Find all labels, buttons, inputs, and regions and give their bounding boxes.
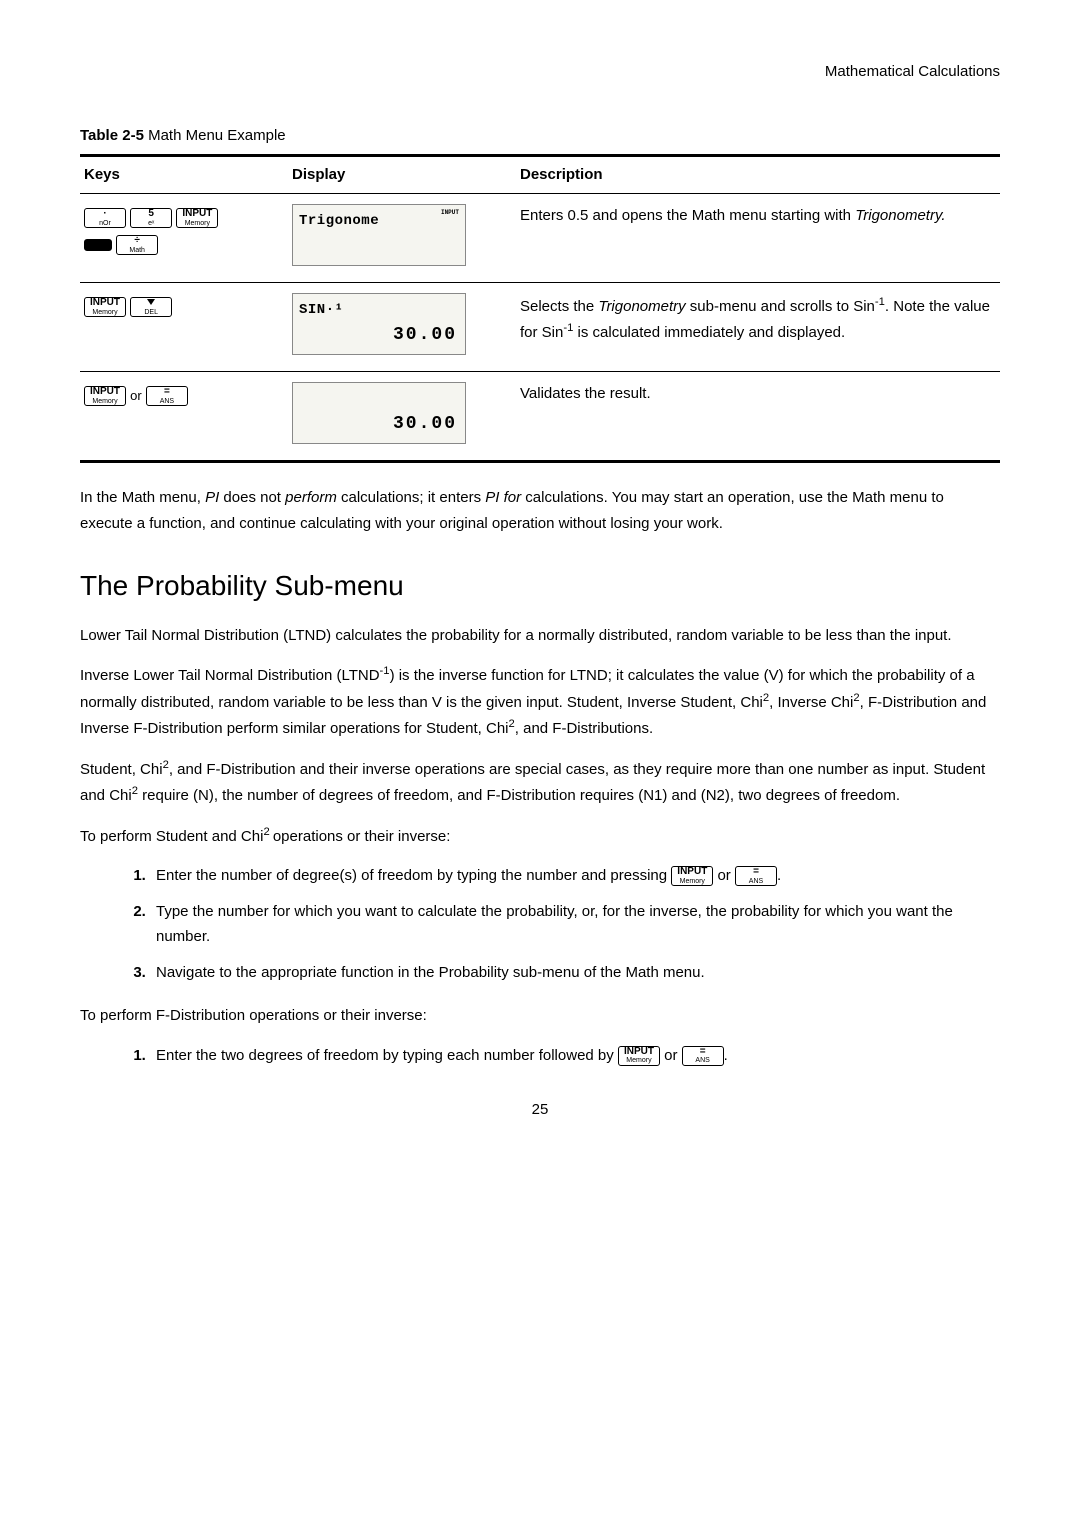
- display-flag: INPUT: [441, 208, 459, 218]
- step-3: Navigate to the appropriate function in …: [150, 960, 1000, 986]
- calc-display: SIN·¹ 30.00: [292, 293, 466, 355]
- or-text: or: [130, 388, 142, 403]
- key-5: 5eˣ: [130, 208, 172, 228]
- page-header-section: Mathematical Calculations: [80, 60, 1000, 84]
- paragraph-special-cases: Student, Chi2, and F-Distribution and th…: [80, 756, 1000, 809]
- steps-student-chi: Enter the number of degree(s) of freedom…: [150, 863, 1000, 985]
- key-input: INPUTMemory: [176, 208, 218, 228]
- step-1: Enter the two degrees of freedom by typi…: [150, 1043, 1000, 1069]
- row-description: Validates the result.: [516, 372, 1000, 462]
- key-shift: [84, 239, 112, 252]
- calc-display: Trigonome INPUT: [292, 204, 466, 266]
- paragraph-fdist-intro: To perform F-Distribution operations or …: [80, 1003, 1000, 1029]
- th-description: Description: [516, 156, 1000, 194]
- table-row: INPUTMemory DEL SIN·¹ 30.00 Selects the …: [80, 283, 1000, 372]
- table-row: ·nOr 5eˣ INPUTMemory ÷Math Trigonome INP…: [80, 194, 1000, 283]
- section-heading-probability: The Probability Sub-menu: [80, 564, 1000, 609]
- key-equals: =ANS: [146, 386, 188, 406]
- calc-display: 30.00: [292, 382, 466, 444]
- table-caption-bold: Table 2-5: [80, 127, 144, 144]
- key-down: DEL: [130, 297, 172, 317]
- display-bottom: 30.00: [393, 321, 457, 350]
- paragraph-ltnd: Lower Tail Normal Distribution (LTND) ca…: [80, 623, 1000, 649]
- display-bottom: 30.00: [393, 410, 457, 439]
- key-equals-inline: =ANS: [682, 1046, 724, 1066]
- key-input-inline: INPUTMemory: [618, 1046, 660, 1066]
- steps-fdist: Enter the two degrees of freedom by typi…: [150, 1043, 1000, 1069]
- key-input: INPUTMemory: [84, 297, 126, 317]
- key-dot: ·nOr: [84, 208, 126, 228]
- step-1: Enter the number of degree(s) of freedom…: [150, 863, 1000, 889]
- th-keys: Keys: [80, 156, 288, 194]
- display-top: Trigonome: [299, 213, 379, 229]
- page-number: 25: [80, 1098, 1000, 1122]
- table-caption: Table 2-5 Math Menu Example: [80, 124, 1000, 148]
- table-caption-rest: Math Menu Example: [144, 127, 286, 144]
- th-display: Display: [288, 156, 516, 194]
- key-equals-inline: =ANS: [735, 866, 777, 886]
- display-top: SIN·¹: [299, 302, 344, 318]
- row-description: Enters 0.5 and opens the Math menu start…: [516, 194, 1000, 283]
- paragraph-pi-note: In the Math menu, PI does not perform ca…: [80, 485, 1000, 536]
- paragraph-student-chi-intro: To perform Student and Chi2 operations o…: [80, 823, 1000, 850]
- key-input-inline: INPUTMemory: [671, 866, 713, 886]
- row-description: Selects the Trigonometry sub-menu and sc…: [516, 283, 1000, 372]
- key-input: INPUTMemory: [84, 386, 126, 406]
- chevron-down-icon: [147, 299, 155, 305]
- key-math: ÷Math: [116, 235, 158, 255]
- table-row: INPUTMemory or =ANS 30.00 Validates the …: [80, 372, 1000, 462]
- step-2: Type the number for which you want to ca…: [150, 899, 1000, 950]
- math-menu-table: Keys Display Description ·nOr 5eˣ INPUTM…: [80, 154, 1000, 463]
- paragraph-ltnd-inverse: Inverse Lower Tail Normal Distribution (…: [80, 662, 1000, 742]
